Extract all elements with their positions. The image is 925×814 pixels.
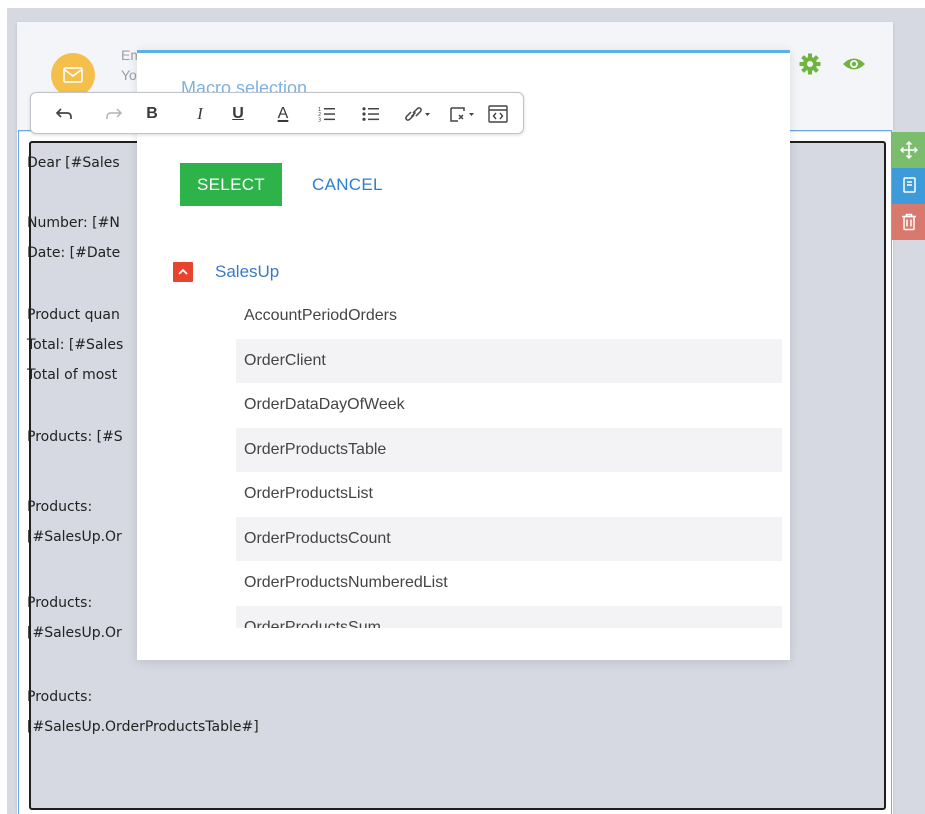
editor-line: [#SalesUp.OrderProductsTable#] <box>27 719 259 735</box>
editor-line: Products: <box>27 595 93 611</box>
editor-line: Products: <box>27 689 93 705</box>
tree-root-salesup[interactable]: SalesUp <box>215 260 279 284</box>
tree-item[interactable]: OrderProductsTable <box>236 427 782 472</box>
block-tools <box>892 132 925 240</box>
bold-button[interactable]: B <box>140 102 164 126</box>
eye-icon[interactable] <box>842 56 866 72</box>
italic-button[interactable]: I <box>188 102 212 126</box>
redo-icon[interactable] <box>102 102 126 126</box>
editor-line: Total of most <box>27 367 118 383</box>
source-code-icon[interactable] <box>486 102 510 126</box>
formatting-toolbar: B I U A 123 <box>30 92 524 134</box>
editor-line: Total: [#Sales <box>27 337 124 353</box>
select-button[interactable]: SELECT <box>180 163 282 206</box>
tree-item[interactable]: OrderProductsCount <box>236 516 782 561</box>
collapse-icon[interactable] <box>173 262 193 282</box>
move-icon[interactable] <box>892 132 925 168</box>
underline-button[interactable]: U <box>226 102 250 126</box>
numbered-list-icon[interactable]: 123 <box>315 102 339 126</box>
tree-item[interactable]: OrderProductsSum <box>236 605 782 628</box>
dialog-title: Macro selection <box>181 78 308 92</box>
tree-item[interactable]: OrderProductsNumberedList <box>236 561 782 606</box>
cancel-button[interactable]: CANCEL <box>312 163 383 206</box>
font-color-button[interactable]: A <box>271 102 295 126</box>
trash-icon[interactable] <box>892 204 925 240</box>
editor-line: [#SalesUp.Or <box>27 529 122 545</box>
editor-line: Product quan <box>27 307 120 323</box>
undo-icon[interactable] <box>52 102 76 126</box>
tree-item[interactable]: AccountPeriodOrders <box>236 294 782 339</box>
bullet-list-icon[interactable] <box>359 102 383 126</box>
editor-line: Products: [#S <box>27 429 123 445</box>
tree-item[interactable]: OrderDataDayOfWeek <box>236 383 782 428</box>
editor-line: Products: <box>27 499 93 515</box>
tree-item[interactable]: OrderClient <box>236 338 782 383</box>
editor-line: Dear [#Sales <box>27 155 120 171</box>
editor-line: Number: [#N <box>27 215 120 231</box>
envelope-icon <box>51 53 95 97</box>
macro-icon[interactable] <box>447 102 477 126</box>
editor-line: [#SalesUp.Or <box>27 625 122 641</box>
editor-line: Date: [#Date <box>27 245 121 261</box>
tree-item[interactable]: OrderProductsList <box>236 472 782 517</box>
macro-list[interactable]: AccountPeriodOrders OrderClient OrderDat… <box>236 294 782 628</box>
svg-text:3: 3 <box>318 118 321 124</box>
copy-icon[interactable] <box>892 168 925 204</box>
link-icon[interactable] <box>403 102 433 126</box>
gear-icon[interactable] <box>798 52 822 76</box>
